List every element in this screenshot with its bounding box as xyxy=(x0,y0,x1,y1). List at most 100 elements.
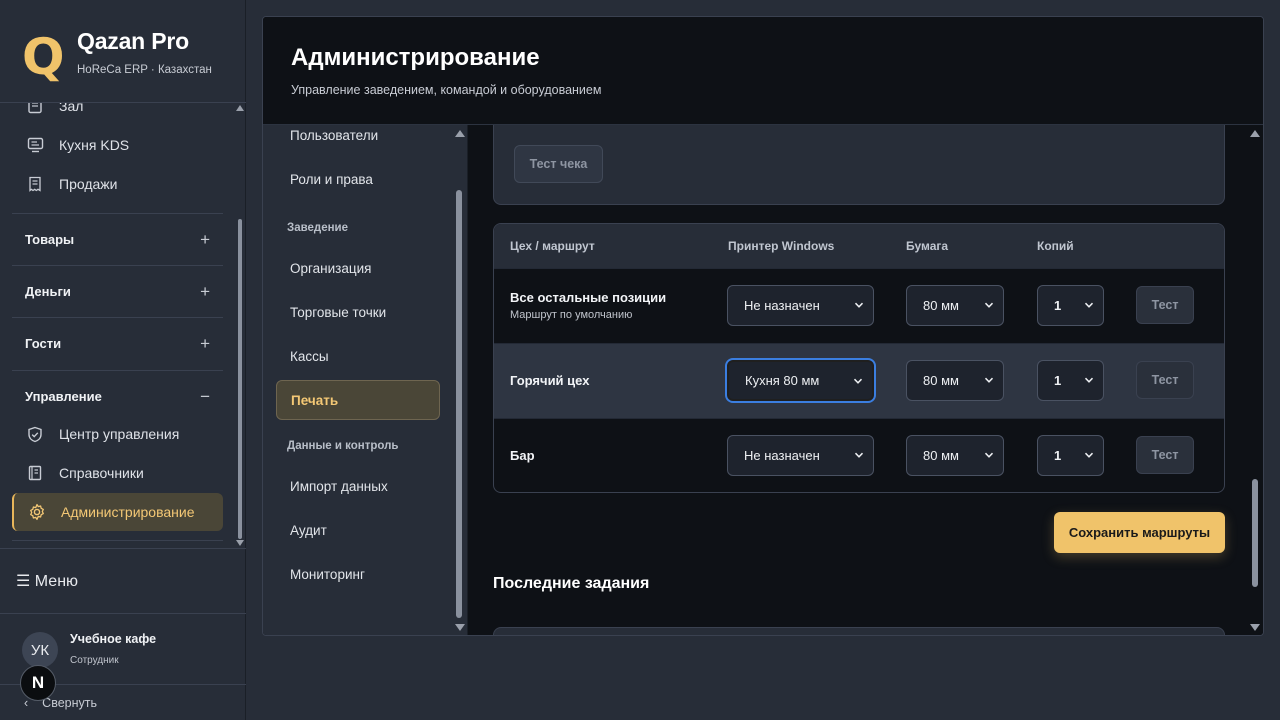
group-label: Товары xyxy=(25,232,75,247)
subnav-scrollbar[interactable] xyxy=(453,125,465,635)
table-row: Все остальные позиции Маршрут по умолчан… xyxy=(494,268,1224,343)
user-card[interactable]: УК Учебное кафе Сотрудник xyxy=(22,630,232,670)
printer-select[interactable]: Не назначен xyxy=(727,435,874,476)
subnav-item-roles[interactable]: Роли и права xyxy=(276,160,440,198)
expand-icon: + xyxy=(200,333,210,353)
sidebar-nav: Зал Кухня KDS Продажи Товары + Деньги + … xyxy=(0,103,246,548)
sidebar-item-references[interactable]: Справочники xyxy=(12,454,223,492)
brand-name: Qazan Pro xyxy=(77,28,189,54)
test-print-button[interactable]: Тест xyxy=(1136,361,1194,399)
select-value: Не назначен xyxy=(744,448,820,463)
subnav-item-organization[interactable]: Организация xyxy=(276,249,440,287)
subnav-item-outlets[interactable]: Торговые точки xyxy=(276,293,440,331)
kds-monitor-icon xyxy=(26,136,44,154)
chevron-down-icon xyxy=(984,377,994,383)
scroll-up-arrow-icon[interactable] xyxy=(236,105,244,111)
table-row: Горячий цех Кухня 80 мм 80 мм 1 Тест xyxy=(494,343,1224,418)
sidebar-group-money[interactable]: Деньги + xyxy=(12,265,223,317)
menu-button[interactable]: ☰ Меню xyxy=(0,548,246,614)
scroll-up-arrow-icon[interactable] xyxy=(1250,130,1260,137)
subnav-item-audit[interactable]: Аудит xyxy=(276,511,440,549)
column-header-route: Цех / маршрут xyxy=(510,239,595,253)
scroll-down-arrow-icon[interactable] xyxy=(455,624,465,631)
sidebar-item-control-center[interactable]: Центр управления xyxy=(12,415,223,453)
sidebar-item-label: Продажи xyxy=(59,176,118,192)
sidebar-item-sales[interactable]: Продажи xyxy=(12,165,223,203)
copies-select[interactable]: 1 xyxy=(1037,360,1104,401)
subnav-item-users[interactable]: Пользователи xyxy=(276,116,440,154)
sidebar-item-kitchen-kds[interactable]: Кухня KDS xyxy=(12,126,223,164)
copies-select[interactable]: 1 xyxy=(1037,435,1104,476)
select-value: 1 xyxy=(1054,448,1062,463)
chevron-down-icon xyxy=(1084,302,1094,308)
page-subtitle: Управление заведением, командой и оборуд… xyxy=(291,83,602,97)
expand-icon: + xyxy=(200,229,210,249)
column-header-paper: Бумага xyxy=(906,239,949,253)
subnav-section-data: Данные и контроль xyxy=(287,440,399,452)
page-header: Администрирование Управление заведением,… xyxy=(263,17,1263,125)
brand-subtitle: HoReCa ERP · Казахстан xyxy=(77,64,212,76)
book-icon xyxy=(26,464,44,482)
scroll-down-arrow-icon[interactable] xyxy=(1250,624,1260,631)
sidebar-scrollbar[interactable] xyxy=(235,103,245,548)
select-value: 80 мм xyxy=(923,448,959,463)
chevron-down-icon xyxy=(853,378,863,384)
scroll-down-arrow-icon[interactable] xyxy=(236,540,244,546)
avatar: УК xyxy=(22,632,58,668)
route-subtitle: Маршрут по умолчанию xyxy=(510,309,633,321)
test-receipt-button[interactable]: Тест чека xyxy=(514,145,603,183)
printer-select[interactable]: Не назначен xyxy=(727,285,874,326)
chevron-down-icon xyxy=(1084,452,1094,458)
divider xyxy=(12,540,223,541)
user-name: Учебное кафе xyxy=(70,632,157,646)
subnav-item-registers[interactable]: Кассы xyxy=(276,337,440,375)
paper-select[interactable]: 80 мм xyxy=(906,360,1004,401)
table-header: Цех / маршрут Принтер Windows Бумага Коп… xyxy=(494,224,1224,268)
printer-select[interactable]: Кухня 80 мм xyxy=(727,360,874,401)
print-routes-table: Цех / маршрут Принтер Windows Бумага Коп… xyxy=(493,223,1225,493)
content-scrollbar[interactable] xyxy=(1247,125,1263,635)
chevron-down-icon xyxy=(1084,377,1094,383)
select-value: Кухня 80 мм xyxy=(745,373,820,388)
select-value: 1 xyxy=(1054,373,1062,388)
column-header-copies: Копий xyxy=(1037,239,1074,253)
select-value: 80 мм xyxy=(923,373,959,388)
sidebar-group-goods[interactable]: Товары + xyxy=(12,213,223,265)
brand[interactable]: Q Qazan Pro HoReCa ERP · Казахстан xyxy=(22,28,232,84)
sidebar-item-label: Справочники xyxy=(59,465,144,481)
scrollbar-thumb[interactable] xyxy=(456,190,462,618)
copies-select[interactable]: 1 xyxy=(1037,285,1104,326)
gear-icon xyxy=(28,503,46,521)
route-name: Горячий цех xyxy=(510,373,590,388)
save-routes-button[interactable]: Сохранить маршруты xyxy=(1054,512,1225,553)
paper-select[interactable]: 80 мм xyxy=(906,435,1004,476)
sidebar-group-guests[interactable]: Гости + xyxy=(12,317,223,369)
chevron-down-icon xyxy=(854,452,864,458)
select-value: 80 мм xyxy=(923,298,959,313)
table-row: Бар Не назначен 80 мм 1 Тест xyxy=(494,418,1224,492)
subnav-section-venue: Заведение xyxy=(287,222,349,234)
expand-icon: + xyxy=(200,281,210,301)
subnav-item-print[interactable]: Печать xyxy=(276,380,440,420)
chevron-down-icon xyxy=(854,302,864,308)
test-print-button[interactable]: Тест xyxy=(1136,436,1194,474)
sidebar-item-label: Центр управления xyxy=(59,426,180,442)
sidebar-item-administration[interactable]: Администрирование xyxy=(12,493,223,531)
dev-tools-badge[interactable]: N xyxy=(20,665,56,701)
test-print-button[interactable]: Тест xyxy=(1136,286,1194,324)
sidebar-item-hall[interactable]: Зал xyxy=(12,103,223,125)
scroll-up-arrow-icon[interactable] xyxy=(455,130,465,137)
shield-check-icon xyxy=(26,425,44,443)
paper-select[interactable]: 80 мм xyxy=(906,285,1004,326)
subnav-item-import[interactable]: Импорт данных xyxy=(276,467,440,505)
scrollbar-thumb[interactable] xyxy=(238,219,242,539)
scrollbar-thumb[interactable] xyxy=(1252,479,1258,587)
subnav-item-monitoring[interactable]: Мониторинг xyxy=(276,555,440,593)
route-name: Все остальные позиции xyxy=(510,290,667,305)
chevron-down-icon xyxy=(984,302,994,308)
hall-icon xyxy=(26,103,44,115)
sidebar-item-label: Администрирование xyxy=(61,504,195,520)
sidebar-item-label: Кухня KDS xyxy=(59,137,130,153)
sidebar: Q Qazan Pro HoReCa ERP · Казахстан Зал К… xyxy=(0,0,246,720)
collapse-icon: − xyxy=(200,386,210,406)
